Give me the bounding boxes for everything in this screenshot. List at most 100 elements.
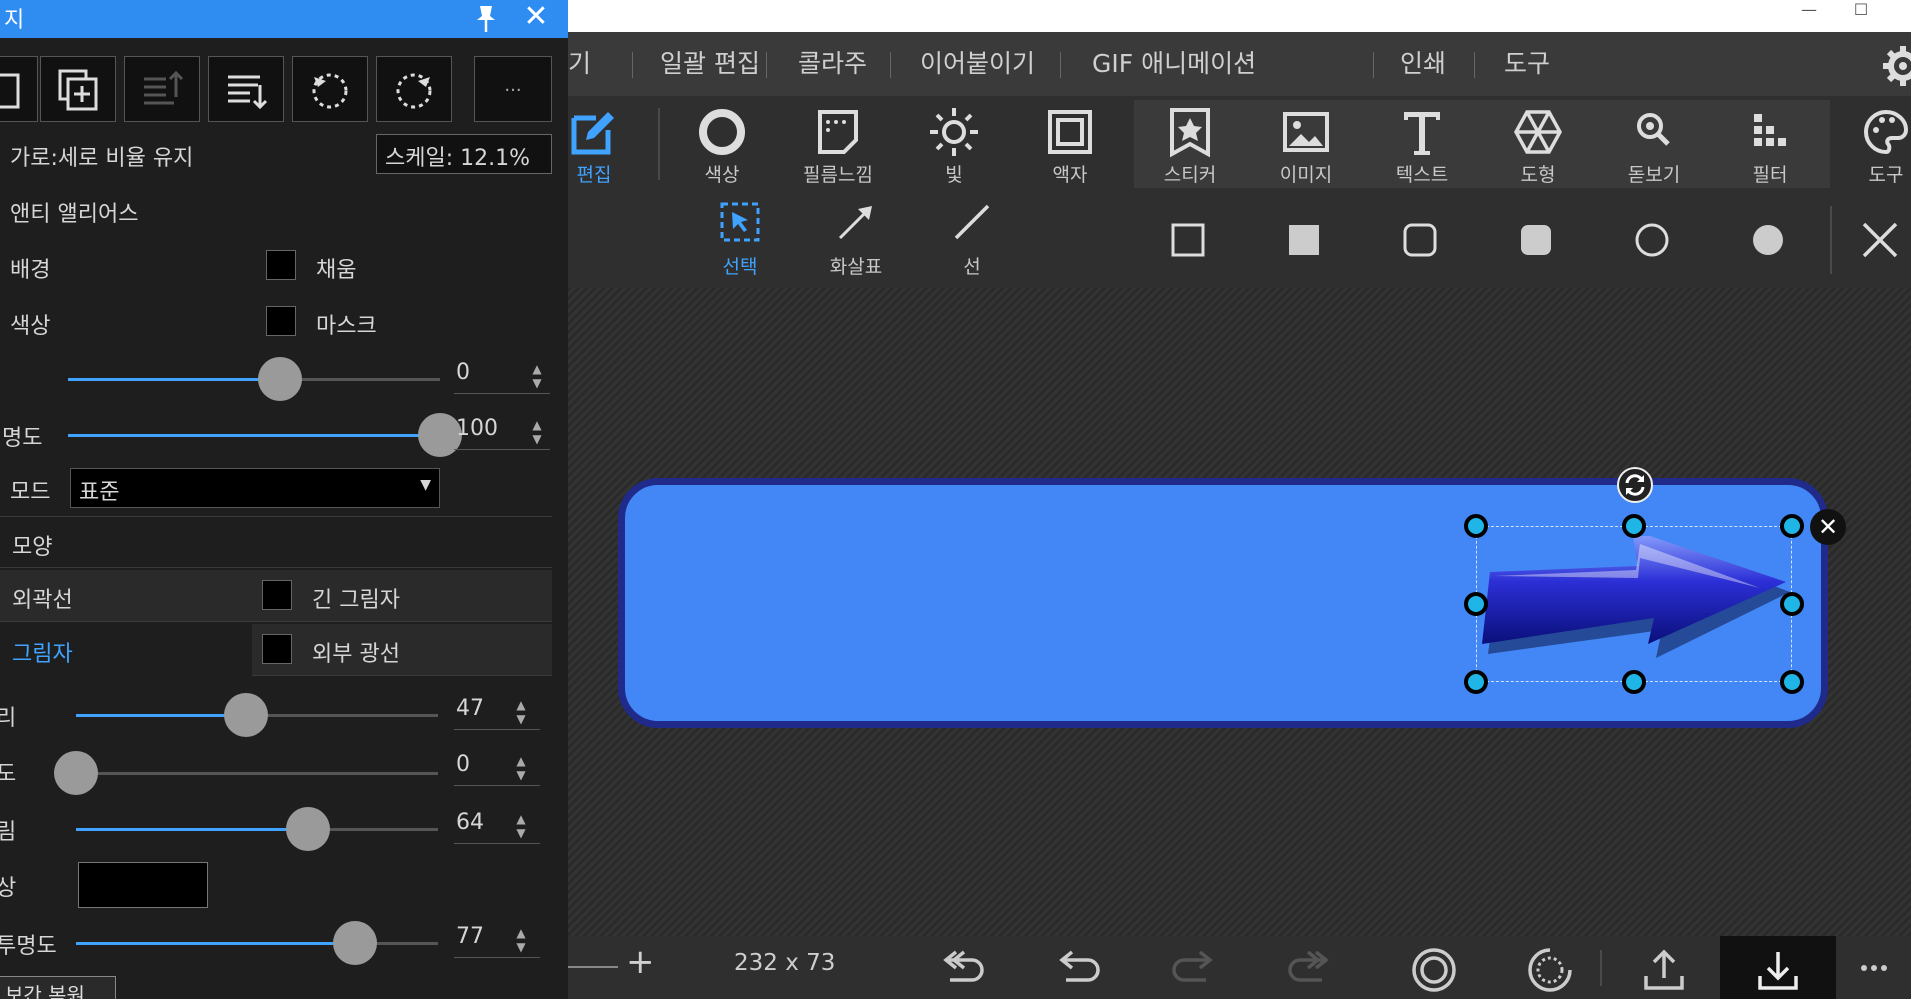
shadow-distance-slider[interactable] [76,693,438,737]
keep-aspect-label[interactable]: 가로:세로 비율 유지 [10,140,193,172]
undo-all-button[interactable] [914,936,1010,999]
tool-edit[interactable]: 편집 [568,100,642,188]
menu-item-0[interactable]: 기 [568,46,591,82]
slider-1[interactable] [68,357,440,401]
outline-label[interactable]: 외곽선 [12,582,73,614]
resize-handle-n[interactable] [1622,514,1646,538]
reset-button[interactable]: 보간 복원 [0,976,116,999]
spinner-arrows[interactable]: ▲ ▼ [512,812,530,842]
shadow-opacity-thumb[interactable] [332,921,377,965]
main-window: — ☐ 기 일괄 편집 콜라주 이어붙이기 GIF 애니메이션 인쇄 도구 편집… [568,0,1911,999]
tool-arrow[interactable]: 화살표 [808,200,904,282]
shadow-angle-thumb[interactable] [54,751,98,795]
canvas-area[interactable]: ✕ [568,288,1911,936]
slider-1-thumb[interactable] [258,357,303,401]
rounded-rect-outline-icon[interactable] [1402,222,1438,258]
redo-button[interactable] [1146,936,1242,999]
resize-handle-e[interactable] [1780,592,1804,616]
shadow-color-label: 상 [0,876,17,901]
delete-layer-button[interactable] [0,56,38,122]
tool-color[interactable]: 색상 [674,100,770,188]
tool-tools[interactable]: 도구 [1838,100,1911,188]
tool-frame[interactable]: 액자 [1022,100,1118,188]
gear-icon[interactable] [1881,44,1911,88]
antialias-label[interactable]: 앤티 앨리어스 [10,196,138,228]
tool-sticker-label: 스티커 [1163,164,1217,186]
duplicate-button[interactable] [40,56,116,122]
panel-close-button[interactable]: ✕ [516,0,556,36]
original-compare-button[interactable] [1386,936,1482,999]
share-button[interactable] [1616,936,1712,999]
shadow-blur-thumb[interactable] [285,807,330,851]
shadow-tab[interactable]: 그림자 [0,624,252,676]
tool-image[interactable]: 이미지 [1258,100,1354,188]
resize-handle-nw[interactable] [1464,514,1488,538]
undo-button[interactable] [1030,936,1126,999]
tool-line[interactable]: 선 [924,200,1020,282]
menu-item-batch-edit[interactable]: 일괄 편집 [660,46,760,82]
rectangle-filled-icon[interactable] [1286,222,1322,258]
zoom-in-button[interactable]: + [626,942,655,982]
menu-item-tools[interactable]: 도구 [1504,46,1550,82]
tool-film[interactable]: 필름느낌 [790,100,886,188]
spinner-arrows[interactable]: ▲ ▼ [512,754,530,784]
opacity-slider[interactable] [68,413,462,457]
resize-handle-w[interactable] [1464,592,1488,616]
rotate-left-button[interactable] [292,56,368,122]
resize-handle-ne[interactable] [1780,514,1804,538]
circle-outline-icon[interactable] [1634,222,1670,258]
shape-section[interactable]: 모양 [0,516,552,568]
rotate-right-button[interactable] [376,56,452,122]
resize-handle-sw[interactable] [1464,670,1488,694]
fill-checkbox[interactable] [266,250,296,280]
spinner-arrows[interactable]: ▲ ▼ [528,418,546,448]
shadow-color-swatch[interactable] [78,862,208,908]
resize-handle-se[interactable] [1780,670,1804,694]
menu-item-gif[interactable]: GIF 애니메이션 [1092,46,1256,82]
more-options-button[interactable]: ... [474,56,552,122]
tool-select[interactable]: 선택 [692,200,788,282]
send-backward-button[interactable] [208,56,284,122]
menu-item-stitch[interactable]: 이어붙이기 [920,46,1035,82]
redo-all-button[interactable] [1262,936,1358,999]
close-icon[interactable] [1860,220,1900,260]
zoom-slider[interactable] [568,966,618,968]
menu-item-collage[interactable]: 콜라주 [798,46,867,82]
panel-title-bar[interactable]: 지 ✕ [0,0,568,38]
rectangle-outline-icon[interactable] [1170,222,1206,258]
tool-filter[interactable]: 필터 [1722,100,1818,188]
tool-edit-label: 편집 [576,164,612,186]
rotate-handle[interactable] [1617,467,1653,503]
rounded-rect-filled-icon[interactable] [1518,222,1554,258]
tool-sticker[interactable]: 스티커 [1142,100,1238,188]
maximize-button[interactable]: ☐ [1838,0,1884,32]
shadow-opacity-slider[interactable] [76,921,438,965]
outer-glow-checkbox[interactable] [262,634,292,664]
shadow-distance-thumb[interactable] [224,693,269,737]
bring-forward-button[interactable] [124,56,200,122]
shadow-blur-slider[interactable] [76,807,438,851]
layer-down-icon [228,75,268,110]
shadow-angle-slider[interactable] [54,751,438,795]
mask-checkbox[interactable] [266,306,296,336]
mode-select[interactable]: 표준 ▼ [70,468,440,508]
outline-row: 외곽선 긴 그림자 [0,570,552,622]
tool-light[interactable]: 빛 [906,100,1002,188]
delete-handle[interactable]: ✕ [1810,509,1846,545]
tool-magnifier[interactable]: 돋보기 [1606,100,1702,188]
effect-button[interactable] [1502,936,1598,999]
save-button[interactable] [1720,936,1836,999]
menu-item-print[interactable]: 인쇄 [1400,46,1446,82]
upload-icon [1644,949,1684,990]
spinner-arrows[interactable]: ▲ ▼ [512,926,530,956]
spinner-arrows[interactable]: ▲ ▼ [512,698,530,728]
resize-handle-s[interactable] [1622,670,1646,694]
spinner-arrows[interactable]: ▲ ▼ [528,362,546,392]
pin-icon[interactable] [470,2,502,34]
tool-shape[interactable]: 도형 [1490,100,1586,188]
tool-text[interactable]: 텍스트 [1374,100,1470,188]
circle-filled-icon[interactable] [1750,222,1786,258]
minimize-button[interactable]: — [1786,0,1832,32]
long-shadow-checkbox[interactable] [262,580,292,610]
more-button[interactable] [1836,936,1911,999]
